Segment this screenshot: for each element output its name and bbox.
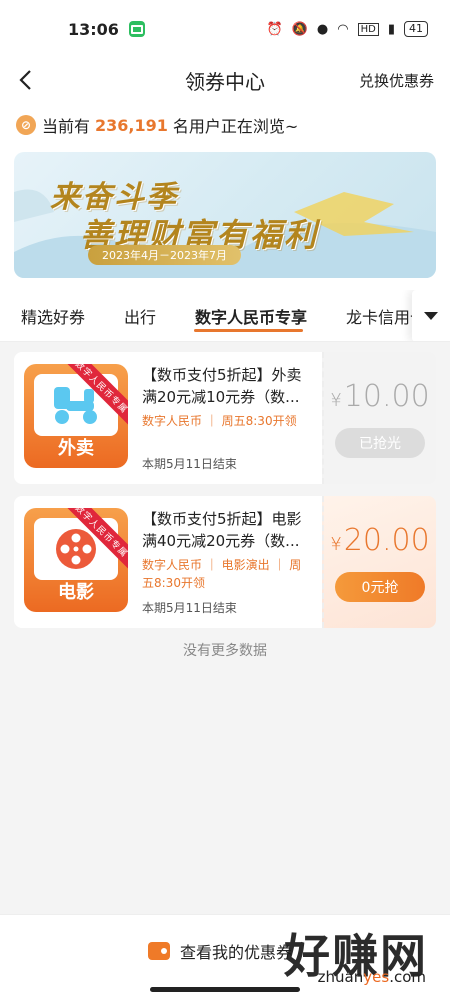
banner-date: 2023年4月－2023年7月	[88, 245, 241, 265]
coupon-card: 数字人民币专属 外卖 【数币支付5折起】外卖满20元减10元券（数... 数字人…	[14, 352, 436, 484]
viewers-count: 236,191	[95, 115, 168, 135]
coupon-thumbnail: 数字人民币专属 电影	[24, 508, 128, 612]
tab-featured[interactable]: 精选好券	[0, 290, 103, 341]
viewers-suffix: 名用户正在浏览~	[172, 117, 299, 136]
tab-digital-rmb[interactable]: 数字人民币专享	[174, 290, 325, 341]
coupon-card: 数字人民币专属 电影 【数币支付5折起】电影满40元减20元券（数... 数字人…	[14, 496, 436, 628]
message-icon	[128, 21, 145, 37]
coupon-price-panel: ¥10.00 已抢光	[322, 352, 436, 484]
viewer-count-bar: ⊘ 当前有 236,191 名用户正在浏览~	[0, 102, 450, 148]
coupon-amount: 10.00	[343, 378, 430, 414]
coin-icon: ⊘	[16, 115, 36, 135]
page-header: 领券中心 兑换优惠券	[0, 58, 450, 102]
wifi-icon: ◠	[337, 21, 349, 37]
coupon-name: 【数币支付5折起】电影满40元减20元券（数...	[142, 510, 302, 550]
status-bar: 13:06 ⏰ 🔕 ● ◠ HD ▮ 41	[0, 0, 450, 58]
coupon-price-panel: ¥20.00 0元抢	[322, 496, 436, 628]
coupon-price: ¥20.00	[330, 523, 429, 558]
currency-symbol: ¥	[330, 389, 342, 411]
viewers-prefix: 当前有	[42, 117, 91, 136]
coupon-details: 【数币支付5折起】外卖满20元减10元券（数... 数字人民币 ｜ 周五8:30…	[142, 364, 312, 472]
exchange-coupon-link[interactable]: 兑换优惠券	[359, 70, 434, 91]
tabs-expand-button[interactable]	[412, 290, 450, 341]
my-coupons-label: 查看我的优惠券	[180, 943, 293, 962]
coupon-tags: 数字人民币 ｜ 周五8:30开领	[142, 414, 297, 428]
tab-travel[interactable]: 出行	[103, 290, 174, 341]
watermark-url: zhuanyes.com	[317, 968, 426, 986]
back-button[interactable]	[12, 66, 38, 94]
battery-icon: 41	[404, 21, 428, 37]
location-icon: ●	[316, 21, 329, 37]
signal-icon: ▮	[387, 21, 395, 37]
promo-banner[interactable]: 来奋斗季 善理财富有福利 2023年4月－2023年7月	[14, 152, 436, 278]
status-icons: ⏰ 🔕 ● ◠ HD ▮ 41	[267, 21, 428, 37]
coupon-thumb-label: 电影	[58, 582, 94, 603]
grab-coupon-button[interactable]: 0元抢	[335, 571, 425, 602]
sold-out-button[interactable]: 已抢光	[335, 427, 425, 458]
coupon-info[interactable]: 数字人民币专属 电影 【数币支付5折起】电影满40元减20元券（数... 数字人…	[14, 496, 322, 628]
no-more-data: 没有更多数据	[183, 643, 267, 659]
coupon-thumbnail: 数字人民币专属 外卖	[24, 364, 128, 468]
coupon-name: 【数币支付5折起】外卖满20元减10元券（数...	[142, 366, 302, 406]
coupon-info[interactable]: 数字人民币专属 外卖 【数币支付5折起】外卖满20元减10元券（数... 数字人…	[14, 352, 322, 484]
home-indicator	[150, 987, 300, 992]
mute-icon: 🔕	[291, 21, 308, 37]
coupon-amount: 20.00	[343, 522, 430, 558]
coupon-end-date: 本期5月11日结束	[142, 457, 237, 471]
coupon-end-date: 本期5月11日结束	[142, 601, 237, 615]
hd-icon: HD	[357, 22, 379, 36]
caret-down-icon	[424, 312, 438, 320]
currency-symbol: ¥	[330, 533, 342, 555]
banner-container: 来奋斗季 善理财富有福利 2023年4月－2023年7月	[0, 148, 450, 290]
coupon-details: 【数币支付5折起】电影满40元减20元券（数... 数字人民币 ｜ 电影演出 ｜…	[142, 508, 312, 616]
my-coupons-button[interactable]: 查看我的优惠券	[148, 939, 292, 963]
category-tabs: 精选好券 出行 数字人民币专享 龙卡信用卡专	[0, 290, 450, 342]
alarm-icon: ⏰	[266, 21, 283, 37]
chevron-left-icon	[19, 70, 31, 90]
status-time: 13:06	[68, 19, 119, 39]
coupon-price: ¥10.00	[330, 379, 429, 414]
coupon-list: 数字人民币专属 外卖 【数币支付5折起】外卖满20元减10元券（数... 数字人…	[0, 342, 450, 660]
coupon-tags: 数字人民币 ｜ 电影演出 ｜ 周五8:30开领	[142, 558, 302, 590]
coupon-thumb-label: 外卖	[58, 438, 94, 459]
wallet-icon	[148, 942, 170, 960]
